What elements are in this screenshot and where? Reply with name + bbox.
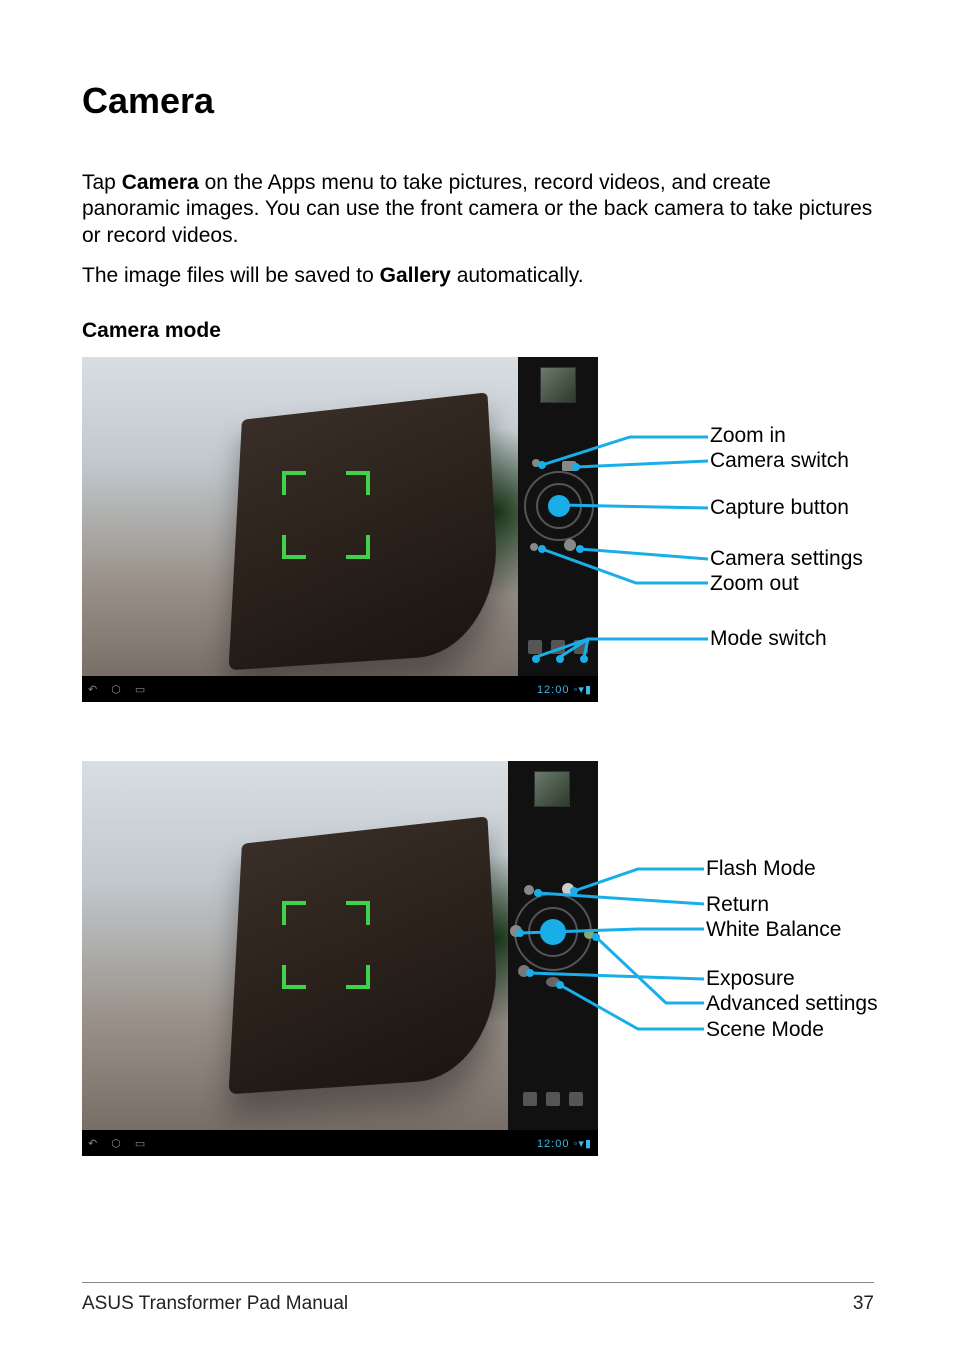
zoom-out-icon[interactable] — [530, 543, 538, 551]
android-navbar: ↶ ⬡ ▭ 12:00 ◦▾▮ — [82, 676, 598, 702]
recents-icon[interactable]: ▭ — [135, 683, 145, 696]
mode-pano-icon-2[interactable] — [569, 1092, 583, 1106]
capture-button-2[interactable] — [540, 919, 566, 945]
intro-paragraph-2: The image files will be saved to Gallery… — [82, 263, 874, 289]
footer-manual-title: ASUS Transformer Pad Manual — [82, 1293, 348, 1315]
status-time-2: 12:00 — [537, 1138, 570, 1150]
label-return: Return — [706, 892, 769, 917]
zoom-in-icon[interactable] — [532, 459, 540, 467]
footer-page-number: 37 — [853, 1293, 874, 1315]
figure-camera-settings: ↶ ⬡ ▭ 12:00 ◦▾▮ Flash Mode Return — [82, 761, 874, 1161]
page-footer: ASUS Transformer Pad Manual 37 — [82, 1282, 874, 1315]
intro-camera-bold: Camera — [122, 171, 199, 194]
home-icon[interactable]: ⬡ — [111, 683, 121, 696]
mode-photo-icon[interactable] — [528, 640, 542, 654]
label-flash-mode: Flash Mode — [706, 856, 816, 881]
camera-screenshot-1: ↶ ⬡ ▭ 12:00 ◦▾▮ — [82, 357, 598, 702]
status-time: 12:00 — [537, 684, 570, 696]
android-navbar-2: ↶ ⬡ ▭ 12:00 ◦▾▮ — [82, 1130, 598, 1156]
mode-video-icon[interactable] — [551, 640, 565, 654]
mode-pano-icon[interactable] — [574, 640, 588, 654]
camera-sidebar — [518, 357, 598, 676]
gallery-thumbnail-2[interactable] — [534, 771, 570, 807]
gallery-thumbnail[interactable] — [540, 367, 576, 403]
mode-video-icon-2[interactable] — [546, 1092, 560, 1106]
white-balance-icon[interactable] — [510, 925, 522, 937]
focus-brackets — [282, 471, 370, 559]
camera-switch-icon[interactable] — [562, 461, 576, 471]
label-white-balance: White Balance — [706, 917, 841, 942]
back-icon-2[interactable]: ↶ — [88, 1137, 97, 1150]
label-zoom-in: Zoom in — [710, 423, 786, 448]
label-exposure: Exposure — [706, 966, 795, 991]
intro2-gallery-bold: Gallery — [380, 264, 451, 287]
flash-icon[interactable] — [562, 883, 574, 895]
camera-sidebar-2 — [508, 761, 598, 1130]
intro2-prefix: The image files will be saved to — [82, 264, 380, 287]
intro-paragraph: Tap Camera on the Apps menu to take pict… — [82, 170, 874, 249]
label-zoom-out: Zoom out — [710, 571, 799, 596]
label-scene-mode: Scene Mode — [706, 1017, 824, 1042]
section-heading: Camera mode — [82, 319, 874, 343]
exposure-icon[interactable] — [518, 965, 530, 977]
home-icon-2[interactable]: ⬡ — [111, 1137, 121, 1150]
label-camera-switch: Camera switch — [710, 448, 849, 473]
camera-settings-icon[interactable] — [564, 539, 576, 551]
intro-prefix: Tap — [82, 171, 122, 194]
intro2-suffix: automatically. — [451, 264, 584, 287]
recents-icon-2[interactable]: ▭ — [135, 1137, 145, 1150]
intro-suffix: on the Apps menu to take pictures, recor… — [82, 171, 872, 247]
label-camera-settings: Camera settings — [710, 546, 863, 571]
mode-photo-icon-2[interactable] — [523, 1092, 537, 1106]
camera-screenshot-2: ↶ ⬡ ▭ 12:00 ◦▾▮ — [82, 761, 598, 1156]
focus-brackets-2 — [282, 901, 370, 989]
label-capture-button: Capture button — [710, 495, 849, 520]
scene-mode-icon[interactable] — [546, 977, 560, 987]
page-title: Camera — [82, 80, 874, 122]
label-mode-switch: Mode switch — [710, 626, 827, 651]
advanced-settings-icon[interactable] — [584, 929, 594, 939]
return-icon[interactable] — [524, 885, 534, 895]
capture-button[interactable] — [548, 495, 570, 517]
back-icon[interactable]: ↶ — [88, 683, 97, 696]
label-advanced-settings: Advanced settings — [706, 991, 878, 1016]
figure-camera-mode: ↶ ⬡ ▭ 12:00 ◦▾▮ Zoom in — [82, 357, 874, 707]
